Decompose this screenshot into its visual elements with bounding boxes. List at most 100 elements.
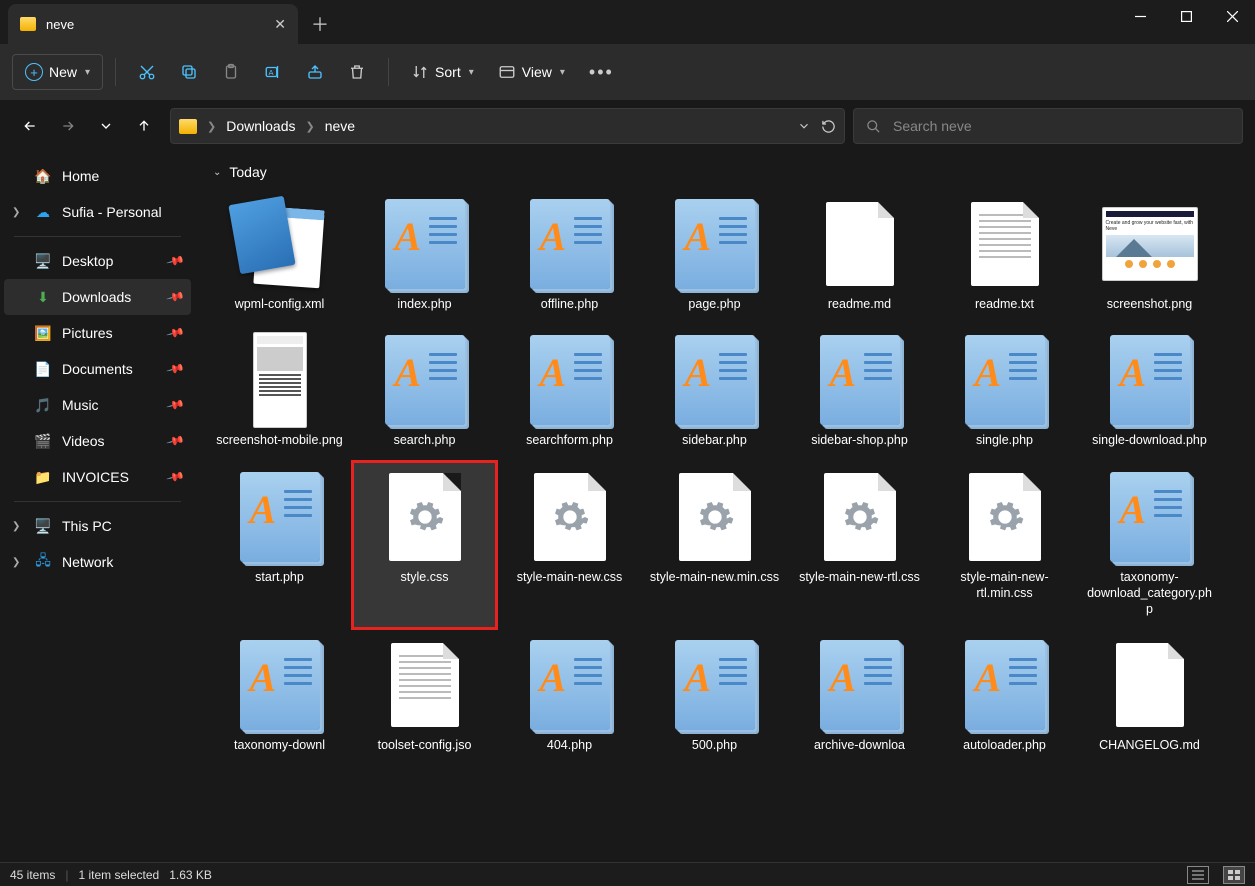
file-item[interactable]: style-main-new.css <box>497 461 642 630</box>
file-item[interactable]: Ataxonomy-downl <box>207 629 352 765</box>
pin-icon: 📌 <box>166 359 186 379</box>
view-button[interactable]: View ▾ <box>488 54 575 90</box>
file-thumbnail: A <box>1102 332 1198 428</box>
file-item[interactable]: Create and grow your website fast, with … <box>1077 188 1222 324</box>
rename-button[interactable]: A <box>254 54 292 90</box>
file-item[interactable]: Asidebar.php <box>642 324 787 460</box>
sidebar-desktop[interactable]: 🖥️ Desktop 📌 <box>4 243 191 279</box>
breadcrumb-item[interactable]: Downloads <box>226 118 295 134</box>
window-minimize[interactable] <box>1117 0 1163 32</box>
file-thumbnail: A <box>522 637 618 733</box>
new-button[interactable]: + New ▾ <box>12 54 103 90</box>
file-item[interactable]: Aautoloader.php <box>932 629 1077 765</box>
file-name: 404.php <box>547 737 592 753</box>
sidebar-onedrive[interactable]: ❯ ☁ Sufia - Personal <box>4 194 191 230</box>
sidebar-this-pc[interactable]: ❯ 🖥️ This PC <box>4 508 191 544</box>
sidebar-network[interactable]: ❯ 🖧 Network <box>4 544 191 580</box>
chevron-right-icon[interactable]: ❯ <box>12 521 20 532</box>
chevron-down-icon: ⌄ <box>213 167 221 178</box>
new-tab-button[interactable]: ＋ <box>298 4 342 44</box>
more-button[interactable]: ••• <box>579 54 624 90</box>
window-maximize[interactable] <box>1163 0 1209 32</box>
file-item[interactable]: Asidebar-shop.php <box>787 324 932 460</box>
chevron-right-icon[interactable]: ❯ <box>12 207 20 218</box>
file-item[interactable]: style-main-new-rtl.css <box>787 461 932 630</box>
nav-forward[interactable] <box>50 108 86 144</box>
plus-circle-icon: + <box>25 63 43 81</box>
search-box[interactable] <box>853 108 1243 144</box>
nav-up[interactable] <box>126 108 162 144</box>
window-close[interactable] <box>1209 0 1255 32</box>
file-item[interactable]: readme.md <box>787 188 932 324</box>
file-thumbnail <box>522 469 618 565</box>
refresh-icon[interactable] <box>821 119 836 134</box>
copy-button[interactable] <box>170 54 208 90</box>
file-name: single-download.php <box>1092 432 1207 448</box>
svg-text:A: A <box>269 68 274 77</box>
sidebar-videos[interactable]: 🎬 Videos 📌 <box>4 423 191 459</box>
sidebar-documents[interactable]: 📄 Documents 📌 <box>4 351 191 387</box>
music-icon: 🎵 <box>34 396 52 414</box>
file-item[interactable]: Ataxonomy-download_category.php <box>1077 461 1222 630</box>
file-thumbnail: A <box>957 637 1053 733</box>
tab-current[interactable]: neve ✕ <box>8 4 298 44</box>
file-item[interactable]: Apage.php <box>642 188 787 324</box>
file-item[interactable]: toolset-config.jso <box>352 629 497 765</box>
file-thumbnail: A <box>232 637 328 733</box>
file-name: readme.txt <box>975 296 1034 312</box>
chevron-right-icon: ❯ <box>305 120 314 133</box>
address-bar[interactable]: ❯ Downloads ❯ neve <box>170 108 845 144</box>
chevron-down-icon[interactable] <box>797 119 811 133</box>
file-thumbnail <box>232 332 328 428</box>
file-item[interactable]: Asearch.php <box>352 324 497 460</box>
sidebar-pictures[interactable]: 🖼️ Pictures 📌 <box>4 315 191 351</box>
details-view-button[interactable] <box>1187 866 1209 884</box>
file-thumbnail: Create and grow your website fast, with … <box>1102 196 1198 292</box>
file-item[interactable]: style-main-new.min.css <box>642 461 787 630</box>
share-button[interactable] <box>296 54 334 90</box>
icons-view-button[interactable] <box>1223 866 1245 884</box>
sidebar-label: Pictures <box>62 325 113 341</box>
file-item[interactable]: readme.txt <box>932 188 1077 324</box>
sort-button[interactable]: Sort ▾ <box>401 54 484 90</box>
sidebar-invoices[interactable]: 📁 INVOICES 📌 <box>4 459 191 495</box>
status-selected: 1 item selected <box>78 868 159 882</box>
file-item[interactable]: CHANGELOG.md <box>1077 629 1222 765</box>
file-item[interactable]: screenshot-mobile.png <box>207 324 352 460</box>
sidebar-music[interactable]: 🎵 Music 📌 <box>4 387 191 423</box>
tab-close-icon[interactable]: ✕ <box>274 16 286 33</box>
file-thumbnail <box>957 196 1053 292</box>
file-item[interactable]: Asingle-download.php <box>1077 324 1222 460</box>
file-item[interactable]: A 404.php <box>497 629 642 765</box>
file-item[interactable]: Asingle.php <box>932 324 1077 460</box>
paste-button[interactable] <box>212 54 250 90</box>
new-label: New <box>49 64 77 80</box>
cut-button[interactable] <box>128 54 166 90</box>
file-name: index.php <box>397 296 451 312</box>
sidebar-label: Music <box>62 397 99 413</box>
file-name: sidebar.php <box>682 432 747 448</box>
breadcrumb-item[interactable]: neve <box>325 118 355 134</box>
nav-back[interactable] <box>12 108 48 144</box>
file-item[interactable]: Astart.php <box>207 461 352 630</box>
file-item[interactable]: style-main-new-rtl.min.css <box>932 461 1077 630</box>
file-item[interactable]: Aarchive-downloa <box>787 629 932 765</box>
file-name: screenshot-mobile.png <box>216 432 342 448</box>
file-item[interactable]: wpml-config.xml <box>207 188 352 324</box>
sidebar-downloads[interactable]: ⬇ Downloads 📌 <box>4 279 191 315</box>
file-thumbnail <box>957 469 1053 565</box>
file-area[interactable]: ⌄ Today wpml-config.xmlAindex.phpAofflin… <box>195 152 1255 862</box>
file-item[interactable]: style.css <box>352 461 497 630</box>
nav-recent[interactable] <box>88 108 124 144</box>
file-name: wpml-config.xml <box>235 296 325 312</box>
file-item[interactable]: A500.php <box>642 629 787 765</box>
documents-icon: 📄 <box>34 360 52 378</box>
file-item[interactable]: Aindex.php <box>352 188 497 324</box>
file-item[interactable]: Asearchform.php <box>497 324 642 460</box>
group-header[interactable]: ⌄ Today <box>203 160 1255 188</box>
delete-button[interactable] <box>338 54 376 90</box>
search-input[interactable] <box>893 118 1230 134</box>
chevron-right-icon[interactable]: ❯ <box>12 557 20 568</box>
sidebar-home[interactable]: 🏠 Home <box>4 158 191 194</box>
file-item[interactable]: Aoffline.php <box>497 188 642 324</box>
